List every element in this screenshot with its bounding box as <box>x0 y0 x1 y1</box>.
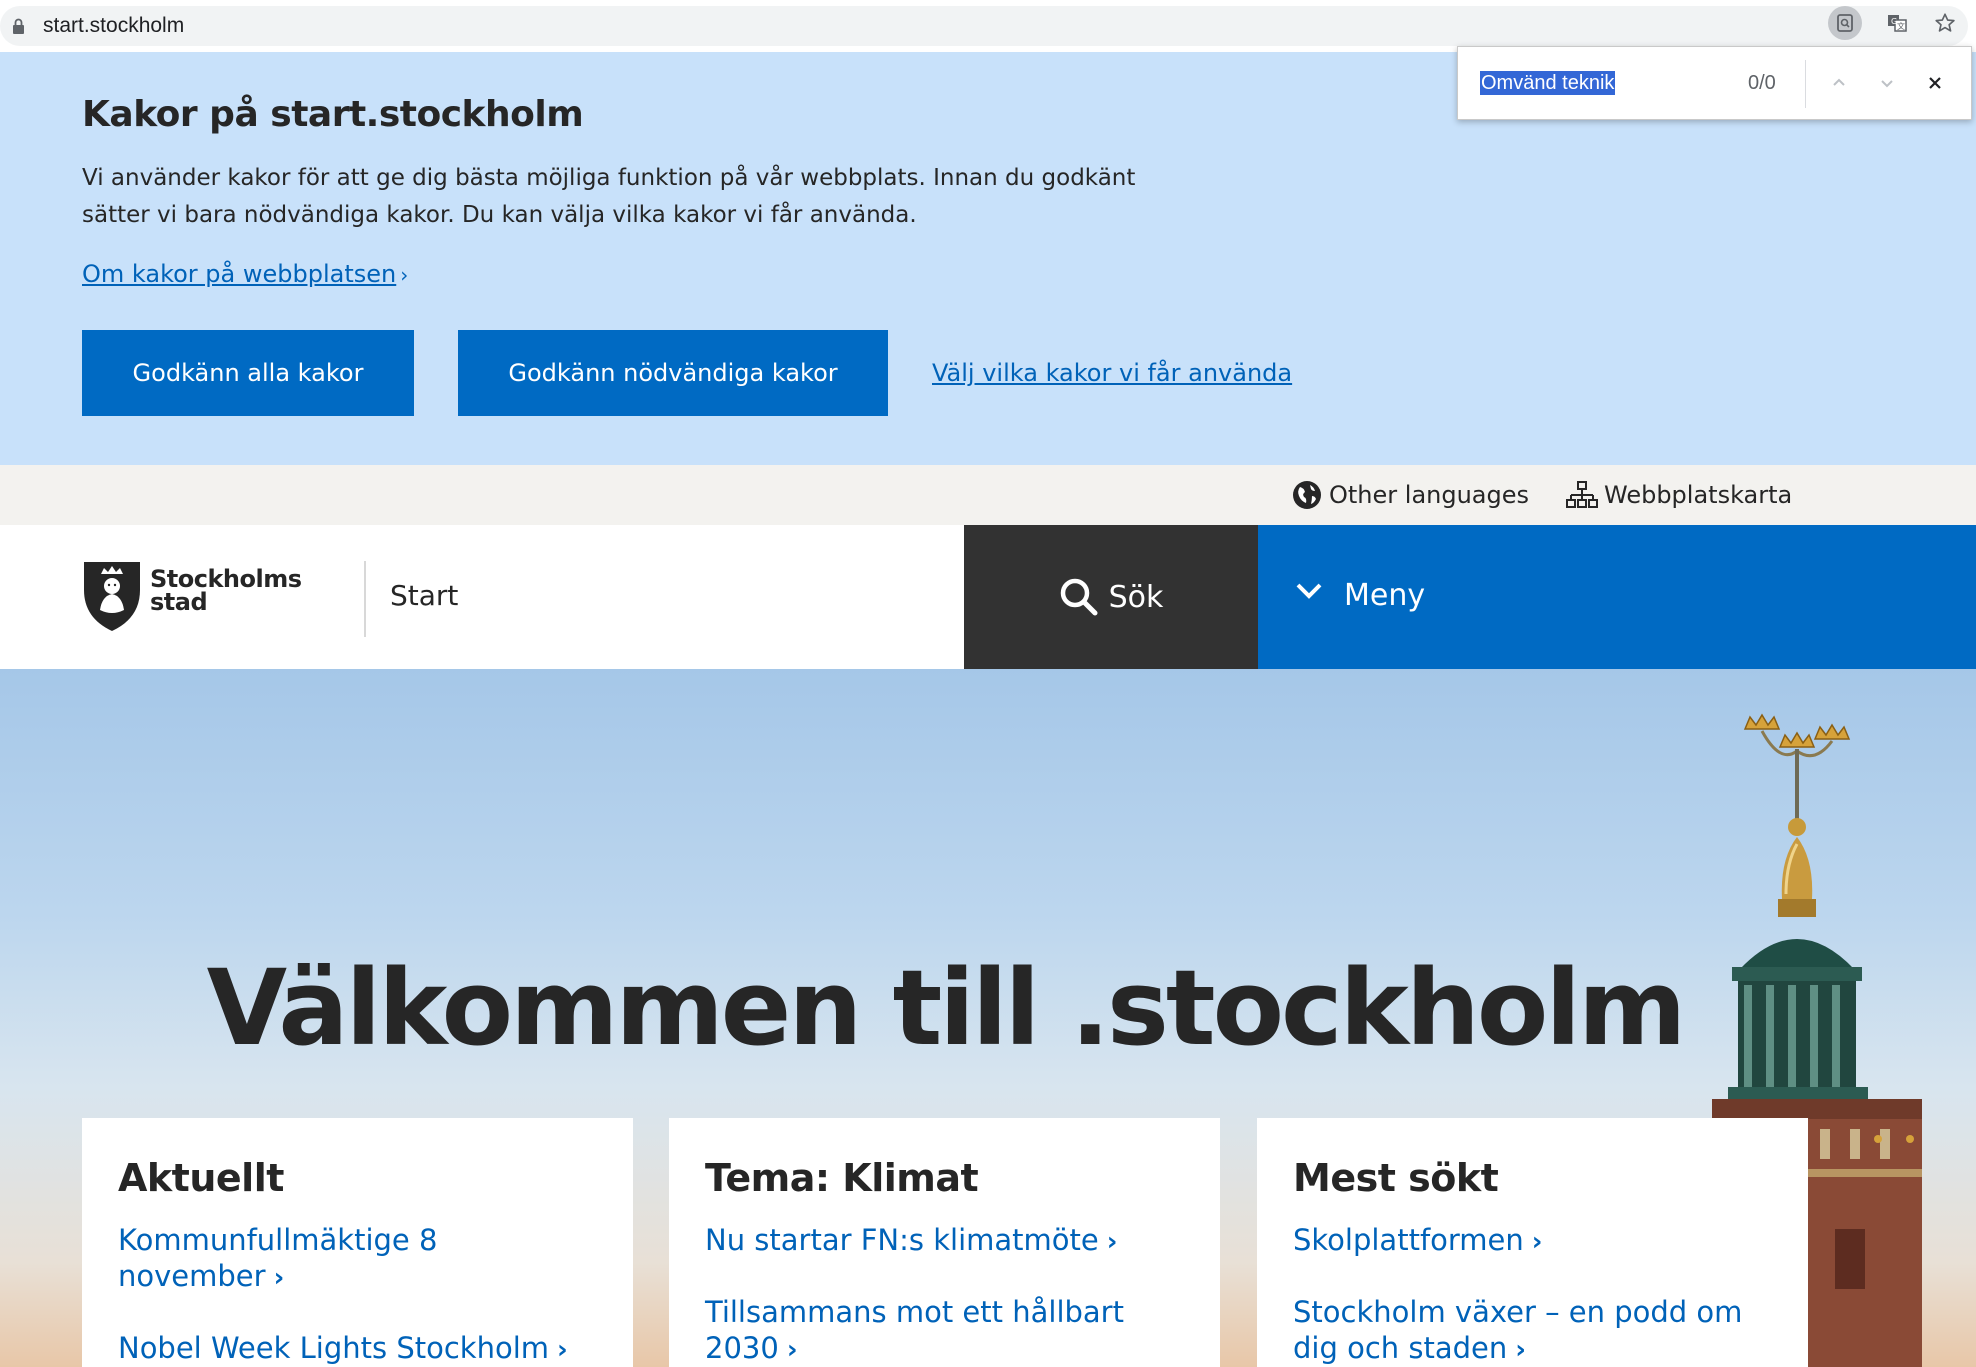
cookie-title: Kakor på start.stockholm <box>82 94 584 135</box>
find-in-page-icon[interactable] <box>1828 6 1862 40</box>
card-link-label[interactable]: Tillsammans mot ett hållbart 2030 <box>705 1295 1124 1365</box>
chevron-right-icon: › <box>557 1335 568 1365</box>
accept-necessary-button[interactable]: Godkänn nödvändiga kakor <box>458 330 888 416</box>
find-count: 0/0 <box>1748 72 1776 94</box>
logo-line-2: stad <box>150 588 208 616</box>
card-mest-sokt: Mest sökt Skolplattformen › Stockholm väx… <box>1257 1118 1808 1367</box>
logo-wordmark: Stockholms stad <box>150 567 302 616</box>
stockholms-stad-logo[interactable]: Stockholms stad <box>82 560 302 634</box>
card-link[interactable]: Nu startar FN:s klimatmöte › <box>705 1222 1184 1260</box>
card-link[interactable]: Nobel Week Lights Stockholm › <box>118 1330 597 1367</box>
site-header: Stockholms stad Start Sök Meny <box>0 525 1976 669</box>
card-title: Aktuellt <box>118 1156 284 1200</box>
menu-label[interactable]: Meny <box>1344 578 1425 613</box>
translate-icon[interactable]: G 文 <box>1880 6 1914 40</box>
globe-icon <box>1293 481 1321 509</box>
other-languages-link[interactable]: Other languages <box>1291 479 1529 511</box>
about-cookies-link[interactable]: Om kakor på webbplatsen › <box>82 260 408 288</box>
card-link-label[interactable]: Nobel Week Lights Stockholm <box>118 1331 549 1365</box>
find-bar: Omvänd teknik 0/0 <box>1457 46 1972 120</box>
close-icon[interactable] <box>1917 65 1953 101</box>
card-link[interactable]: Stockholm växer – en podd om dig och sta… <box>1293 1294 1763 1367</box>
header-divider <box>364 561 366 637</box>
search-button[interactable]: Sök <box>964 525 1258 669</box>
chevron-right-icon: › <box>273 1263 285 1293</box>
cookie-description: Vi använder kakor för att ge dig bästa m… <box>82 165 1136 228</box>
card-tema-klimat: Tema: Klimat Nu startar FN:s klimatmöte ›… <box>669 1118 1220 1367</box>
city-crest-icon <box>84 562 140 631</box>
card-aktuellt: Aktuellt Kommunfullmäktige 8 november › N… <box>82 1118 633 1367</box>
chevron-down-icon[interactable] <box>1869 65 1905 101</box>
site-name[interactable]: Start <box>390 579 458 612</box>
card-link[interactable]: Tillsammans mot ett hållbart 2030 › <box>705 1294 1125 1367</box>
browser-toolbar: start.stockholm G 文 <box>0 0 1976 52</box>
card-link-label[interactable]: Nu startar FN:s klimatmöte <box>705 1223 1099 1257</box>
hero-title: Välkommen till .stockholm <box>206 947 1687 1069</box>
card-link[interactable]: Kommunfullmäktige 8 november › <box>118 1222 597 1296</box>
utility-bar: Other languages Webbplatskarta <box>0 465 1976 525</box>
hero-section: Välkommen till .stockholm Aktuellt Kommu… <box>0 669 1976 1367</box>
find-input[interactable]: Omvänd teknik <box>1480 71 1616 95</box>
card-link[interactable]: Skolplattformen › <box>1293 1222 1772 1260</box>
card-link-label[interactable]: Skolplattformen <box>1293 1223 1524 1257</box>
chevron-right-icon: › <box>1515 1335 1526 1365</box>
accept-all-button[interactable]: Godkänn alla kakor <box>82 330 414 416</box>
menu-button[interactable]: Meny <box>1258 525 1976 669</box>
other-languages-label[interactable]: Other languages <box>1329 481 1529 509</box>
chevron-right-icon: › <box>400 263 409 287</box>
find-separator <box>1805 60 1806 108</box>
chevron-right-icon: › <box>1106 1227 1118 1257</box>
svg-text:文: 文 <box>1897 21 1905 31</box>
search-icon <box>1060 578 1098 616</box>
chevron-right-icon: › <box>786 1335 798 1365</box>
url-text[interactable]: start.stockholm <box>43 14 184 38</box>
search-label[interactable]: Sök <box>1109 580 1164 615</box>
lock-icon[interactable] <box>12 18 25 34</box>
bookmark-star-icon[interactable] <box>1928 6 1962 40</box>
sitemap-label[interactable]: Webbplatskarta <box>1604 481 1792 509</box>
about-cookies-label[interactable]: Om kakor på webbplatsen <box>82 260 396 288</box>
address-bar[interactable]: start.stockholm <box>0 6 1968 46</box>
chevron-right-icon: › <box>1531 1227 1543 1257</box>
sitemap-icon <box>1566 481 1598 508</box>
chevron-down-icon <box>1296 583 1322 599</box>
chevron-up-icon[interactable] <box>1821 65 1857 101</box>
card-title: Tema: Klimat <box>705 1156 979 1200</box>
card-title: Mest sökt <box>1293 1156 1499 1200</box>
choose-cookies-link[interactable]: Välj vilka kakor vi får använda <box>932 359 1292 387</box>
sitemap-link[interactable]: Webbplatskarta <box>1566 479 1792 511</box>
